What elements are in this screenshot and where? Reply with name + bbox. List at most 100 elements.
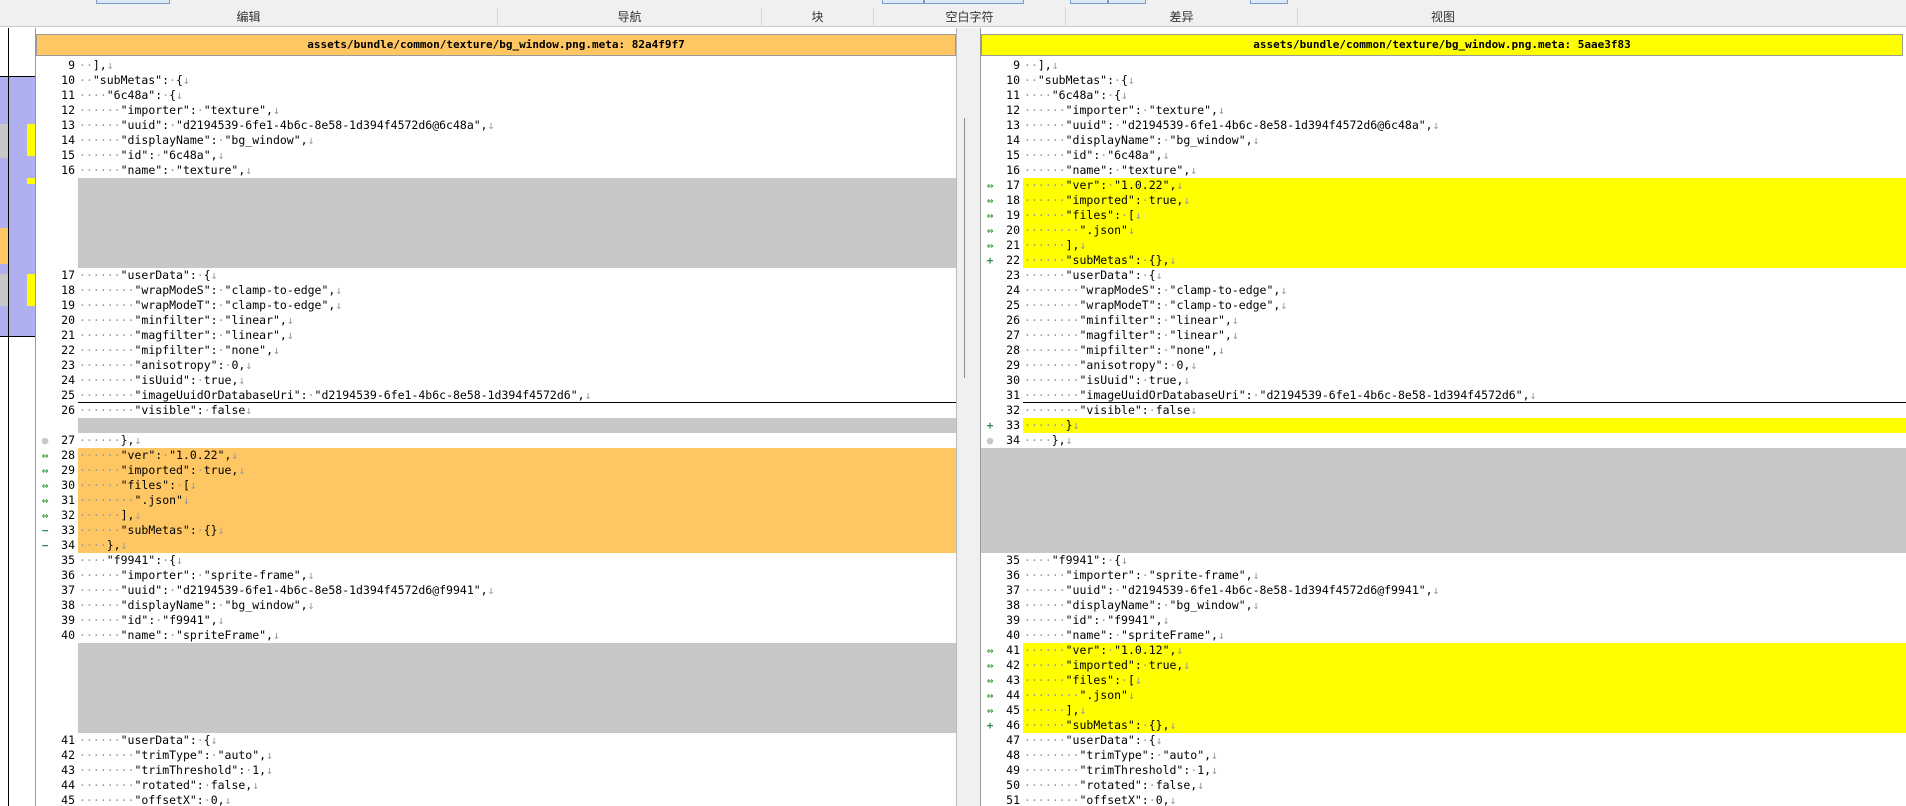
code-line[interactable]: 11 ····"6c48a":·{↓ (36, 88, 956, 103)
line-text[interactable]: ····"f9941":·{↓ (78, 553, 956, 568)
line-text[interactable]: ····},↓ (1023, 433, 1906, 448)
code-line[interactable]: ⇔ 29 ······"imported":·true,↓ (36, 463, 956, 478)
line-text[interactable]: ····"6c48a":·{↓ (1023, 88, 1906, 103)
line-text[interactable]: ······"id":·"6c48a",↓ (1023, 148, 1906, 163)
code-line[interactable]: 38 ······"displayName":·"bg_window",↓ (36, 598, 956, 613)
line-text[interactable]: ······"id":·"f9941",↓ (1023, 613, 1906, 628)
line-text[interactable]: ······"imported":·true,↓ (1023, 193, 1906, 208)
code-line[interactable]: 10 ··"subMetas":·{↓ (36, 73, 956, 88)
code-line[interactable]: 31 ········"imageUuidOrDatabaseUri":·"d21… (981, 388, 1906, 403)
line-text[interactable]: ······"ver":·"1.0.12",↓ (1023, 643, 1906, 658)
code-line[interactable]: 37 ······"uuid":·"d2194539-6fe1-4b6c-8e58… (981, 583, 1906, 598)
left-code-rows[interactable]: 9 ··],↓ 10 ··"subMetas":·{↓ 11 ····"6c48a":·{… (36, 58, 956, 806)
code-line[interactable]: 26 ········"visible":·false↓ (36, 403, 956, 418)
line-text[interactable]: ········"anisotropy":·0,↓ (1023, 358, 1906, 373)
right-file-pane[interactable]: assets/bundle/common/texture/bg_window.p… (980, 28, 1906, 806)
code-line[interactable]: 49 ········"trimThreshold":·1,↓ (981, 763, 1906, 778)
line-text[interactable]: ······"name":·"spriteFrame",↓ (1023, 628, 1906, 643)
changed-line-icon[interactable]: ⇔ (983, 703, 997, 718)
line-text[interactable]: ······"ver":·"1.0.22",↓ (78, 448, 956, 463)
code-line[interactable]: 9 ··],↓ (981, 58, 1906, 73)
line-text[interactable]: ······"imported":·true,↓ (78, 463, 956, 478)
line-text[interactable]: ········"imageUuidOrDatabaseUri":·"d2194… (1023, 388, 1906, 403)
code-line[interactable]: 14 ······"displayName":·"bg_window",↓ (36, 133, 956, 148)
ribbon-button-stub[interactable] (924, 0, 1024, 4)
line-text[interactable]: ······"ver":·"1.0.22",↓ (1023, 178, 1906, 193)
code-line[interactable]: −33 ······"subMetas":·{}↓ (36, 523, 956, 538)
code-line[interactable]: 24 ········"isUuid":·true,↓ (36, 373, 956, 388)
code-line[interactable]: 13 ······"uuid":·"d2194539-6fe1-4b6c-8e58… (981, 118, 1906, 133)
code-line[interactable]: 47 ······"userData":·{↓ (981, 733, 1906, 748)
code-line[interactable]: 17 ······"userData":·{↓ (36, 268, 956, 283)
line-text[interactable]: ········"rotated":·false,↓ (1023, 778, 1906, 793)
code-line[interactable]: 50 ········"rotated":·false,↓ (981, 778, 1906, 793)
line-text[interactable]: ········"visible":·false↓ (78, 403, 956, 418)
changed-line-icon[interactable]: ⇔ (983, 238, 997, 253)
changed-line-icon[interactable]: ⇔ (38, 493, 52, 508)
code-line[interactable]: 51 ········"offsetX":·0,↓ (981, 793, 1906, 806)
left-file-pane[interactable]: assets/bundle/common/texture/bg_window.p… (36, 28, 957, 806)
code-line[interactable]: ⇔ 21 ······],↓ (981, 238, 1906, 253)
code-line[interactable]: ⇔ 28 ······"ver":·"1.0.22",↓ (36, 448, 956, 463)
code-line[interactable]: 35 ····"f9941":·{↓ (981, 553, 1906, 568)
code-line[interactable]: 14 ······"displayName":·"bg_window",↓ (981, 133, 1906, 148)
code-line[interactable]: 38 ······"displayName":·"bg_window",↓ (981, 598, 1906, 613)
code-line[interactable]: 10 ··"subMetas":·{↓ (981, 73, 1906, 88)
changed-line-icon[interactable]: ⇔ (38, 478, 52, 493)
line-text[interactable]: ······"imported":·true,↓ (1023, 658, 1906, 673)
line-text[interactable]: ········"offsetX":·0,↓ (1023, 793, 1906, 806)
right-code-rows[interactable]: 9 ··],↓ 10 ··"subMetas":·{↓ 11 ····"6c48a":·{… (981, 58, 1906, 806)
changed-line-icon[interactable]: ⇔ (38, 508, 52, 523)
code-line[interactable]: 18 ········"wrapModeS":·"clamp-to-edge",↓ (36, 283, 956, 298)
line-text[interactable]: ······"files":·[↓ (78, 478, 956, 493)
line-text[interactable]: ······"uuid":·"d2194539-6fe1-4b6c-8e58-1… (78, 583, 956, 598)
line-text[interactable]: ········"mipfilter":·"none",↓ (78, 343, 956, 358)
code-line[interactable]: 45 ········"offsetX":·0,↓ (36, 793, 956, 806)
line-text[interactable]: ········"wrapModeT":·"clamp-to-edge",↓ (78, 298, 956, 313)
line-text[interactable]: ······"importer":·"sprite-frame",↓ (78, 568, 956, 583)
changed-line-icon[interactable]: ⇔ (983, 673, 997, 688)
line-text[interactable]: ······"files":·[↓ (1023, 208, 1906, 223)
line-text[interactable]: ········"mipfilter":·"none",↓ (1023, 343, 1906, 358)
line-text[interactable]: ······"displayName":·"bg_window",↓ (78, 133, 956, 148)
line-text[interactable]: ······"displayName":·"bg_window",↓ (1023, 133, 1906, 148)
code-line[interactable]: +46 ······"subMetas":·{},↓ (981, 718, 1906, 733)
line-text[interactable]: ········".json"↓ (78, 493, 956, 508)
ribbon-button-stub[interactable] (1070, 0, 1108, 4)
ribbon-button-stub[interactable] (882, 0, 924, 4)
code-line[interactable]: ⇔ 43 ······"files":·[↓ (981, 673, 1906, 688)
code-line[interactable]: 42 ········"trimType":·"auto",↓ (36, 748, 956, 763)
code-line[interactable]: 23 ······"userData":·{↓ (981, 268, 1906, 283)
changed-line-icon[interactable]: ⇔ (983, 208, 997, 223)
line-text[interactable]: ········"trimType":·"auto",↓ (78, 748, 956, 763)
code-line[interactable]: 24 ········"wrapModeS":·"clamp-to-edge",↓ (981, 283, 1906, 298)
line-text[interactable]: ········"offsetX":·0,↓ (78, 793, 956, 806)
code-line[interactable]: 36 ······"importer":·"sprite-frame",↓ (981, 568, 1906, 583)
line-text[interactable]: ······"name":·"texture",↓ (78, 163, 956, 178)
line-text[interactable]: ········"wrapModeS":·"clamp-to-edge",↓ (78, 283, 956, 298)
code-line[interactable]: 23 ········"anisotropy":·0,↓ (36, 358, 956, 373)
code-line[interactable]: 16 ······"name":·"texture",↓ (981, 163, 1906, 178)
line-text[interactable]: ········"trimThreshold":·1,↓ (1023, 763, 1906, 778)
line-text[interactable]: ····"f9941":·{↓ (1023, 553, 1906, 568)
changed-line-icon[interactable]: ⇔ (983, 223, 997, 238)
line-text[interactable]: ······"name":·"spriteFrame",↓ (78, 628, 956, 643)
code-line[interactable]: 19 ········"wrapModeT":·"clamp-to-edge",↓ (36, 298, 956, 313)
line-text[interactable]: ······"displayName":·"bg_window",↓ (78, 598, 956, 613)
line-text[interactable]: ······"id":·"f9941",↓ (78, 613, 956, 628)
code-line[interactable]: 37 ······"uuid":·"d2194539-6fe1-4b6c-8e58… (36, 583, 956, 598)
line-text[interactable]: ······"uuid":·"d2194539-6fe1-4b6c-8e58-1… (1023, 583, 1906, 598)
line-text[interactable]: ········"visible":·false↓ (1023, 403, 1906, 418)
code-line[interactable]: 41 ······"userData":·{↓ (36, 733, 956, 748)
code-line[interactable]: ⇔ 19 ······"files":·[↓ (981, 208, 1906, 223)
code-line[interactable]: 35 ····"f9941":·{↓ (36, 553, 956, 568)
code-line[interactable]: 40 ······"name":·"spriteFrame",↓ (981, 628, 1906, 643)
line-text[interactable]: ········"wrapModeT":·"clamp-to-edge",↓ (1023, 298, 1906, 313)
line-text[interactable]: ········"magfilter":·"linear",↓ (78, 328, 956, 343)
line-text[interactable]: ··],↓ (1023, 58, 1906, 73)
line-text[interactable]: ··],↓ (78, 58, 956, 73)
changed-line-icon[interactable]: ⇔ (983, 178, 997, 193)
deleted-line-icon[interactable]: − (38, 523, 52, 538)
line-text[interactable]: ······"importer":·"texture",↓ (78, 103, 956, 118)
code-line[interactable]: ⇔ 45 ······],↓ (981, 703, 1906, 718)
